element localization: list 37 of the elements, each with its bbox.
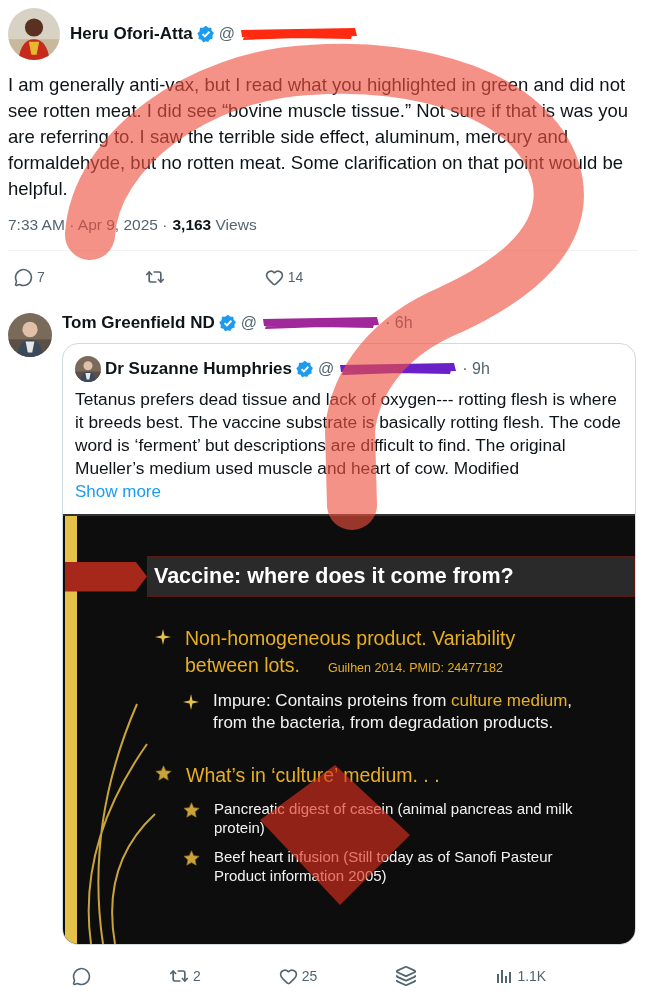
like-button[interactable]: 25 [278,966,318,986]
bookmark-button[interactable] [395,965,418,987]
star-icon [183,850,200,867]
post-time: · 9h [462,360,490,378]
sparkle-icon [155,629,171,645]
like-button[interactable]: 14 [264,267,304,287]
handle-prefix: @ [318,360,335,378]
post-text: I am generally anti-vax, but I read what you highlighted in green and did not see rotten meat. I did see “bovine muscle tissue.” Not sure if that is was you are referring to. I saw the terrible side effect, aluminum, mercury and formaldehyde, but no rotten meat. Some clarification on that point would be helpful. [8,73,630,201]
repost-button[interactable]: 2 [169,966,201,986]
reply-button[interactable] [72,966,91,986]
sparkle-icon [183,694,199,710]
star-icon [155,765,172,782]
reply-button[interactable]: 7 [14,267,45,287]
view-count: 3,163 Views [172,216,257,234]
verified-badge-icon [196,25,215,43]
reply-icon [14,267,33,287]
quoted-post-card[interactable] [62,343,636,945]
quoted-post-text: Tetanus prefers dead tissue and lack of oxygen--- rotting flesh is where it breeds best. The vaccine substrate is basically rotting flesh. The code word is ‘ferment’ but descriptions are difficult to find. The original Mueller’s medium used muscle and heart of cow. Modified [75,388,622,480]
verified-badge-icon [218,314,237,332]
views-icon [495,967,514,985]
handle-prefix: @ [218,25,236,43]
star-icon [183,802,200,819]
like-icon [264,267,284,287]
handle-prefix: @ [240,314,257,332]
slide-bullet-text: Impure: Contains proteins from culture medium, from the bacteria, from degradation products. [213,690,574,734]
author-name[interactable]: Dr Suzanne Humphries [105,359,293,379]
author-name[interactable]: Heru Ofori-Atta [70,24,193,44]
slide-bullet-text: Non-homogeneous product. Variability between lots. Guilhen 2014. PMID: 24477182 [185,626,517,678]
author-name[interactable]: Tom Greenfield ND [62,313,215,333]
slide-title: Vaccine: where does it come from? [147,556,635,597]
post-time: · 6h [384,314,413,332]
verified-badge-icon [296,360,315,378]
like-icon [278,966,298,986]
views-button[interactable]: 1.1K [495,967,547,985]
arrow-tab-icon [65,561,147,592]
reply-icon [72,966,91,986]
layers-icon [395,965,418,987]
